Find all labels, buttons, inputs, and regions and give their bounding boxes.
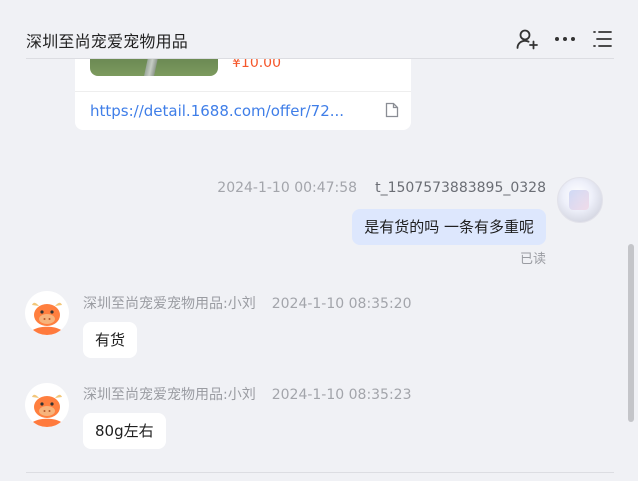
product-card[interactable]: ¥10.00 https://detail.1688.com/offer/72.… bbox=[75, 59, 411, 130]
message-meta: 深圳至尚宠爱宠物用品:小刘 2024-1-10 08:35:23 bbox=[83, 384, 412, 404]
message-timestamp: 2024-1-10 08:35:20 bbox=[271, 296, 412, 312]
chat-title: 深圳至尚宠爱宠物用品 bbox=[26, 32, 189, 51]
avatar[interactable] bbox=[25, 383, 69, 427]
card-divider bbox=[75, 91, 411, 92]
chat-header: 深圳至尚宠爱宠物用品 bbox=[0, 0, 638, 59]
sender-name: 深圳至尚宠爱宠物用品:小刘 bbox=[83, 387, 256, 403]
message-timestamp: 2024-1-10 00:47:58 bbox=[217, 180, 358, 196]
message-bubble-outgoing[interactable]: 是有货的吗 一条有多重呢 bbox=[352, 209, 546, 245]
avatar[interactable] bbox=[557, 177, 603, 223]
read-status: 已读 bbox=[519, 252, 546, 267]
sender-name: t_1507573883895_0328 bbox=[375, 180, 546, 196]
copy-icon[interactable] bbox=[385, 102, 399, 118]
message-bubble-incoming[interactable]: 80g左右 bbox=[83, 413, 166, 449]
product-price: ¥10.00 bbox=[232, 59, 281, 71]
input-divider bbox=[26, 472, 614, 473]
menu-list-icon[interactable] bbox=[591, 27, 615, 51]
more-icon[interactable] bbox=[553, 27, 577, 51]
message-meta: 2024-1-10 00:47:58 t_1507573883895_0328 bbox=[217, 180, 546, 196]
message-meta: 深圳至尚宠爱宠物用品:小刘 2024-1-10 08:35:20 bbox=[83, 293, 412, 313]
scrollbar-thumb[interactable] bbox=[628, 244, 634, 422]
message-timestamp: 2024-1-10 08:35:23 bbox=[271, 387, 412, 403]
message-bubble-incoming[interactable]: 有货 bbox=[83, 322, 138, 358]
message-list[interactable]: ¥10.00 https://detail.1688.com/offer/72.… bbox=[0, 59, 638, 481]
avatar[interactable] bbox=[25, 291, 69, 335]
product-thumbnail[interactable] bbox=[90, 59, 218, 76]
add-user-icon[interactable] bbox=[515, 27, 539, 51]
product-link[interactable]: https://detail.1688.com/offer/72... bbox=[90, 102, 344, 120]
sender-name: 深圳至尚宠爱宠物用品:小刘 bbox=[83, 296, 256, 312]
